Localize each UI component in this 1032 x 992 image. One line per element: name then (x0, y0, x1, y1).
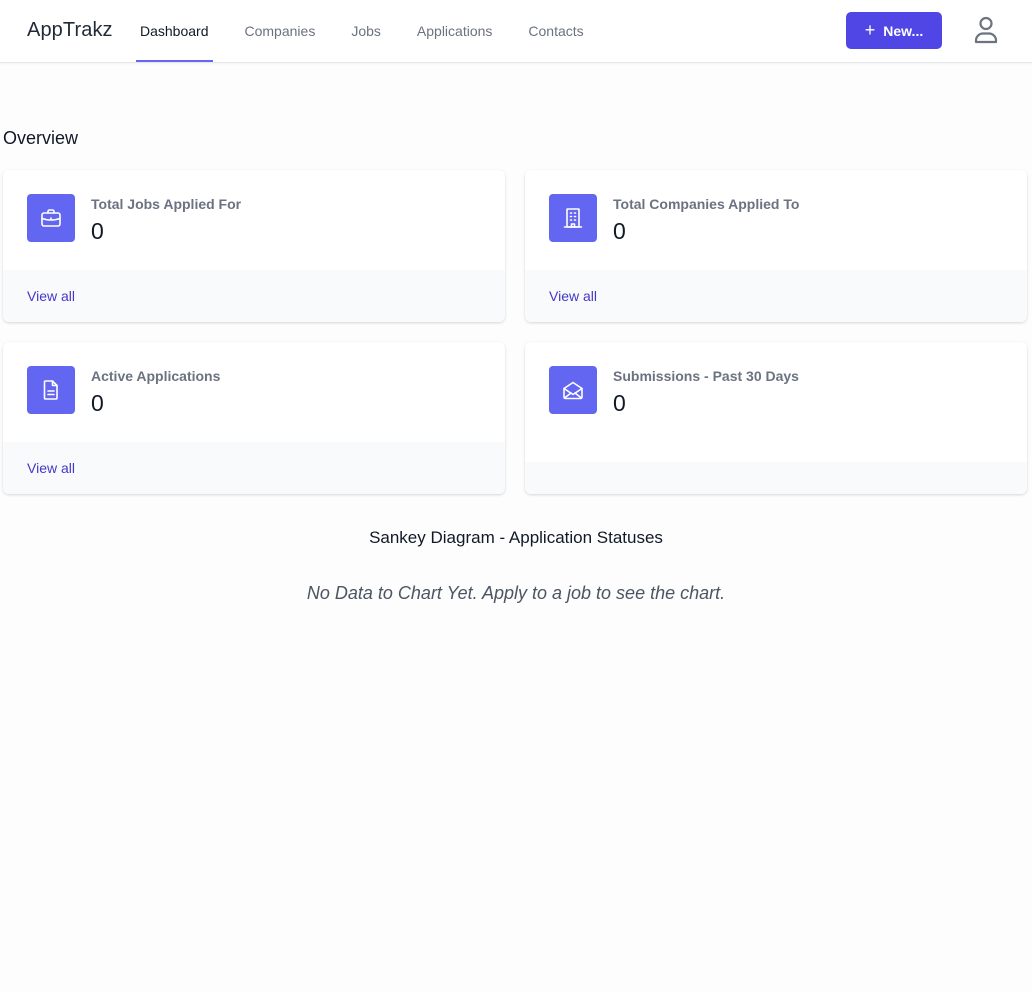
nav-jobs[interactable]: Jobs (347, 0, 385, 62)
stat-value: 0 (91, 390, 104, 416)
stat-card-companies: Total Companies Applied To 0 View all (525, 170, 1027, 322)
sankey-title: Sankey Diagram - Application Statuses (369, 528, 663, 547)
stat-label: Total Companies Applied To (613, 196, 800, 212)
building-icon (549, 194, 597, 242)
app-brand[interactable]: AppTrakz (27, 19, 113, 42)
nav-companies[interactable]: Companies (241, 0, 320, 62)
user-icon[interactable] (970, 14, 1002, 46)
new-button-label: New... (883, 22, 924, 39)
card-footer: View all (3, 270, 505, 322)
plus-icon: + (864, 19, 876, 40)
overview-heading: Overview (3, 128, 79, 148)
document-icon (27, 366, 75, 414)
card-footer: View all (3, 442, 505, 494)
view-all-companies-link[interactable]: View all (549, 288, 597, 304)
card-footer: View all (525, 270, 1027, 322)
empty-chart-message: No Data to Chart Yet. Apply to a job to … (306, 583, 726, 603)
stat-value: 0 (91, 218, 104, 244)
stat-label: Total Jobs Applied For (91, 196, 242, 212)
briefcase-icon (27, 194, 75, 242)
new-button[interactable]: + New... (846, 12, 942, 49)
mail-open-icon (549, 366, 597, 414)
view-all-applications-link[interactable]: View all (27, 460, 75, 476)
nav-applications[interactable]: Applications (413, 0, 497, 62)
stat-card-active-applications: Active Applications 0 View all (3, 342, 505, 494)
stat-value: 0 (613, 390, 626, 416)
stat-value: 0 (613, 218, 626, 244)
card-footer (525, 462, 1027, 494)
stat-card-jobs: Total Jobs Applied For 0 View all (3, 170, 505, 322)
nav-dashboard[interactable]: Dashboard (136, 0, 213, 62)
top-navbar: AppTrakz Dashboard Companies Jobs Applic… (0, 0, 1032, 63)
stat-label: Submissions - Past 30 Days (613, 368, 799, 384)
stat-label: Active Applications (91, 368, 221, 384)
main-nav: Dashboard Companies Jobs Applications Co… (136, 0, 616, 62)
nav-contacts[interactable]: Contacts (524, 0, 587, 62)
view-all-jobs-link[interactable]: View all (27, 288, 75, 304)
stat-card-submissions: Submissions - Past 30 Days 0 (525, 342, 1027, 494)
